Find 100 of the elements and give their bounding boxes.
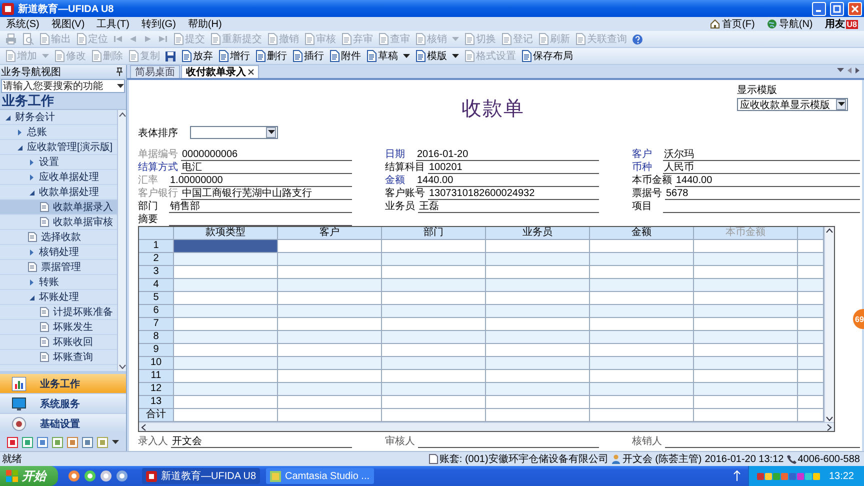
table-cell[interactable] <box>174 240 278 253</box>
field-value[interactable]: 中国工商银行芜湖中山路支行 <box>181 188 352 200</box>
table-cell[interactable] <box>486 253 590 266</box>
field-value[interactable]: 2016-01-20 <box>416 149 599 161</box>
table-cell[interactable] <box>486 344 590 357</box>
table-cell[interactable] <box>590 409 694 422</box>
table-cell[interactable] <box>382 305 486 318</box>
nav-button[interactable]: 基础设置 <box>0 414 126 433</box>
table-cell[interactable] <box>174 383 278 396</box>
table-cell[interactable] <box>694 318 798 331</box>
table-cell[interactable] <box>798 292 824 305</box>
toolbar-button[interactable]: 放弃 <box>180 49 214 63</box>
table-cell[interactable] <box>174 292 278 305</box>
table-cell[interactable] <box>174 331 278 344</box>
nav-link[interactable]: 首页(F) <box>722 17 755 31</box>
table-cell[interactable] <box>590 292 694 305</box>
table-cell[interactable] <box>382 331 486 344</box>
nav-button[interactable]: 系统服务 <box>0 394 126 413</box>
table-cell[interactable] <box>486 383 590 396</box>
table-cell[interactable] <box>798 266 824 279</box>
table-cell[interactable] <box>590 357 694 370</box>
table-cell[interactable] <box>798 318 824 331</box>
table-cell[interactable] <box>798 240 824 253</box>
table-cell[interactable] <box>590 240 694 253</box>
scrollbar[interactable] <box>139 422 834 431</box>
table-cell[interactable] <box>798 396 824 409</box>
shortcut-icon[interactable] <box>7 436 18 448</box>
table-cell[interactable] <box>174 357 278 370</box>
table-cell[interactable] <box>486 266 590 279</box>
table-cell[interactable] <box>590 396 694 409</box>
table-cell[interactable] <box>278 409 382 422</box>
table-cell[interactable] <box>486 331 590 344</box>
table-cell[interactable] <box>694 396 798 409</box>
table-cell[interactable] <box>694 383 798 396</box>
launch-icon[interactable] <box>116 470 128 482</box>
shortcut-icon[interactable] <box>37 436 48 448</box>
table-cell[interactable] <box>798 305 824 318</box>
table-cell[interactable] <box>382 240 486 253</box>
help-button[interactable] <box>631 32 644 46</box>
nav-button[interactable]: 业务工作 <box>0 374 126 393</box>
field-value[interactable]: 1440.00 <box>416 175 599 187</box>
toolbar-button[interactable]: 模版 <box>414 49 448 63</box>
toolbar-button[interactable]: 附件 <box>328 49 362 63</box>
table-cell[interactable] <box>798 279 824 292</box>
table-cell[interactable] <box>278 396 382 409</box>
table-cell[interactable] <box>590 305 694 318</box>
toolbar-button[interactable]: 插行 <box>291 49 325 63</box>
table-cell[interactable] <box>486 318 590 331</box>
table-cell[interactable] <box>486 240 590 253</box>
table-cell[interactable] <box>694 240 798 253</box>
table-cell[interactable] <box>382 409 486 422</box>
table-cell[interactable] <box>174 370 278 383</box>
table-cell[interactable] <box>278 292 382 305</box>
shortcut-icon[interactable] <box>67 436 78 448</box>
toolbar-button[interactable]: 增行 <box>217 49 251 63</box>
table-cell[interactable] <box>486 396 590 409</box>
toolbar-button[interactable]: 删行 <box>254 49 288 63</box>
table-cell[interactable] <box>798 253 824 266</box>
scrollbar[interactable] <box>824 227 834 422</box>
table-cell[interactable] <box>694 253 798 266</box>
table-cell[interactable] <box>798 357 824 370</box>
table-cell[interactable] <box>174 279 278 292</box>
table-cell[interactable] <box>382 279 486 292</box>
sort-dropdown[interactable] <box>190 126 278 139</box>
field-value[interactable]: 电汇 <box>181 162 352 174</box>
table-cell[interactable] <box>590 331 694 344</box>
tree-item[interactable]: 收款单据审核 <box>0 215 117 230</box>
tree-item[interactable]: 坏账发生 <box>0 320 117 335</box>
table-cell[interactable] <box>278 344 382 357</box>
field-value[interactable]: 沃尔玛 <box>663 149 860 161</box>
table-cell[interactable] <box>798 409 824 422</box>
table-cell[interactable] <box>382 292 486 305</box>
table-cell[interactable] <box>694 266 798 279</box>
field-value[interactable]: 销售部 <box>169 201 352 213</box>
menu-item[interactable]: 工具(T) <box>96 17 130 31</box>
table-cell[interactable] <box>278 305 382 318</box>
table-cell[interactable] <box>590 266 694 279</box>
table-cell[interactable] <box>590 383 694 396</box>
table-cell[interactable] <box>590 344 694 357</box>
table-cell[interactable] <box>486 370 590 383</box>
table-cell[interactable] <box>174 318 278 331</box>
table-cell[interactable] <box>382 253 486 266</box>
nav-link[interactable]: 导航(N) <box>778 17 813 31</box>
table-cell[interactable] <box>278 266 382 279</box>
table-cell[interactable] <box>174 253 278 266</box>
tab[interactable]: 简易桌面 <box>130 65 180 78</box>
menu-item[interactable]: 转到(G) <box>141 17 176 31</box>
table-cell[interactable] <box>694 279 798 292</box>
field-value[interactable]: 1307310182600024932 <box>428 188 599 200</box>
table-cell[interactable] <box>382 370 486 383</box>
tree-item[interactable]: 收款单据录入 <box>0 200 117 215</box>
table-cell[interactable] <box>590 253 694 266</box>
table-cell[interactable] <box>694 344 798 357</box>
table-cell[interactable] <box>174 396 278 409</box>
table-cell[interactable] <box>278 253 382 266</box>
toolbar-button[interactable]: 保存布局 <box>520 49 574 63</box>
table-cell[interactable] <box>278 357 382 370</box>
left-arrow-icon[interactable] <box>847 66 852 74</box>
table-cell[interactable] <box>174 409 278 422</box>
table-cell[interactable] <box>590 370 694 383</box>
